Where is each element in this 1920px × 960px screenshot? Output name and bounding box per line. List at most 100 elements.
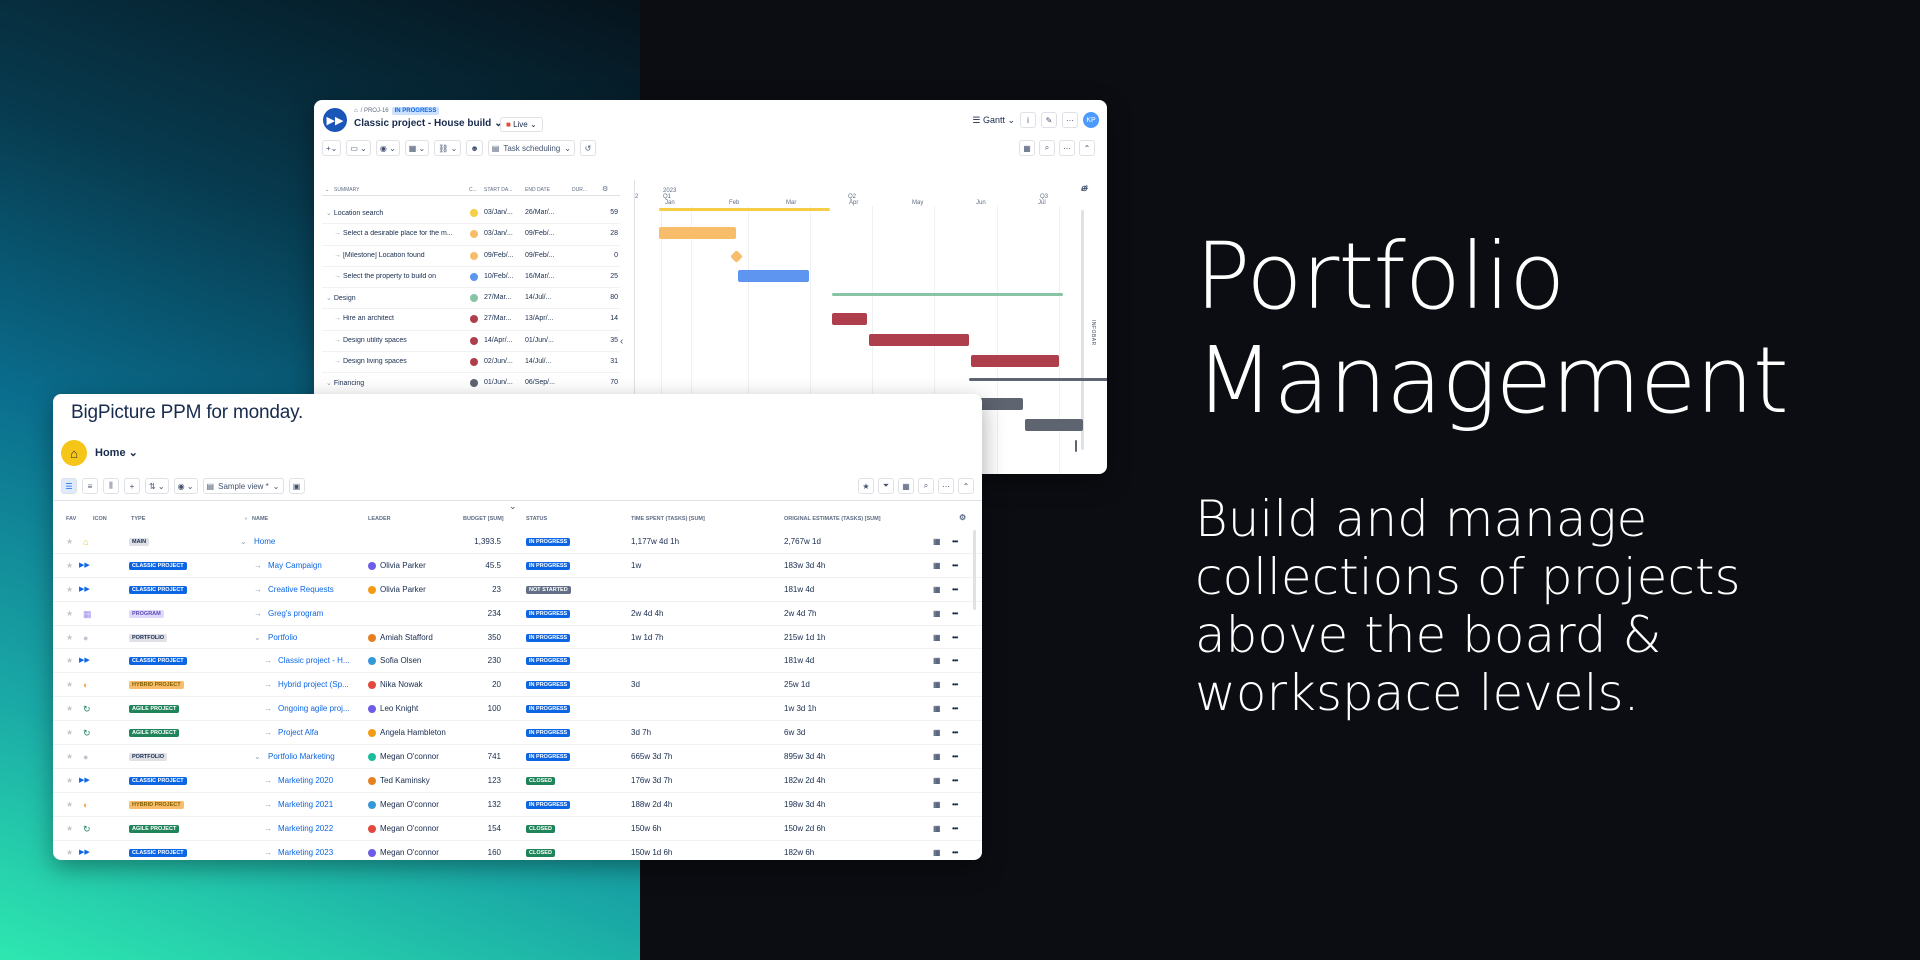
grid-icon[interactable]: ▦: [933, 609, 941, 618]
task-row[interactable]: ⌄ Financing 01/Jun/... 06/Sep/... 70: [322, 373, 620, 395]
grid-icon[interactable]: ▦: [933, 728, 941, 737]
sort-icon[interactable]: ⇅ ⌄: [145, 478, 169, 494]
status-badge[interactable]: IN PROGRESS: [526, 753, 571, 762]
board-view-icon[interactable]: ⫼: [103, 478, 119, 494]
status-badge[interactable]: IN PROGRESS: [526, 729, 571, 738]
table-row[interactable]: ★ ↻ AGILE PROJECT → Project Alfa Angela Hambl…: [53, 721, 982, 746]
save-icon[interactable]: ▣: [288, 478, 305, 494]
star-icon[interactable]: ★: [66, 537, 73, 546]
task-row[interactable]: → [Milestone] Location found 09/Feb/... 09…: [322, 246, 620, 267]
task-color-dot[interactable]: [470, 209, 478, 217]
more-icon[interactable]: ⋯: [938, 478, 954, 494]
budget-value[interactable]: 234: [488, 609, 501, 618]
task-color-dot[interactable]: [470, 251, 478, 260]
home-icon[interactable]: ⌂: [354, 108, 358, 114]
task-color-dot[interactable]: [470, 336, 478, 345]
budget-value[interactable]: 741: [488, 752, 501, 761]
estimate-value[interactable]: 2,767w 1d: [784, 537, 821, 546]
filter-icon[interactable]: ⏷: [878, 478, 894, 494]
estimate-value[interactable]: 181w 4d: [784, 585, 814, 594]
estimate-value[interactable]: 215w 1d 1h: [784, 633, 825, 642]
avatar[interactable]: [368, 800, 376, 809]
time-spent-value[interactable]: 3d: [631, 680, 640, 689]
estimate-value[interactable]: 182w 2d 4h: [784, 776, 825, 785]
more-icon[interactable]: ⋯: [1062, 112, 1078, 128]
home-dropdown[interactable]: Home ⌄: [95, 446, 138, 459]
more-icon[interactable]: •••: [952, 561, 958, 570]
project-name-link[interactable]: Project Alfa: [278, 728, 318, 737]
col-budget[interactable]: BUDGET [SUM]: [463, 516, 504, 522]
table-row[interactable]: ★ ● PORTFOLIO ⌄ Portfolio Marketing Megan O'c…: [53, 745, 982, 769]
col-color[interactable]: C...: [469, 187, 477, 193]
budget-value[interactable]: 23: [492, 585, 501, 594]
grid-icon[interactable]: ▦: [933, 848, 941, 857]
task-bar[interactable]: [659, 227, 737, 240]
time-spent-value[interactable]: 150w 6h: [631, 824, 661, 833]
avatar[interactable]: [368, 848, 376, 857]
status-badge[interactable]: CLOSED: [526, 848, 555, 857]
more-icon[interactable]: •••: [952, 704, 958, 713]
star-icon[interactable]: ★: [66, 680, 73, 689]
scrollbar[interactable]: [973, 530, 976, 610]
status-badge[interactable]: IN PROGRESS: [526, 705, 571, 714]
budget-value[interactable]: 45.5: [485, 561, 501, 570]
task-name[interactable]: ⌄ Design: [326, 294, 466, 302]
star-icon[interactable]: ★: [66, 609, 73, 618]
budget-value[interactable]: 154: [488, 824, 501, 833]
task-bar[interactable]: [738, 269, 809, 282]
project-name-link[interactable]: Portfolio Marketing: [268, 752, 335, 761]
undo-icon[interactable]: ↺: [579, 140, 596, 156]
arrow-right-icon[interactable]: →: [254, 561, 262, 570]
time-spent-value[interactable]: 2w 4d 4h: [631, 609, 663, 618]
folder-icon[interactable]: ▭ ⌄: [346, 140, 371, 156]
task-end[interactable]: 14/Jul/...: [525, 358, 551, 365]
wrench-icon[interactable]: ✎: [1041, 112, 1057, 128]
app-logo-icon[interactable]: ▶▶: [323, 108, 347, 132]
task-duration[interactable]: 0: [614, 252, 618, 259]
task-name[interactable]: → Select the property to build on: [334, 273, 464, 280]
time-spent-value[interactable]: 3d 7h: [631, 728, 651, 737]
more-icon[interactable]: •••: [952, 800, 958, 809]
chevron-down-icon[interactable]: ⌄: [240, 537, 247, 546]
leader-name[interactable]: Megan O'connor: [380, 800, 439, 809]
budget-value[interactable]: 123: [488, 776, 501, 785]
leader-name[interactable]: Megan O'connor: [380, 848, 439, 857]
leader-name[interactable]: Ted Kaminsky: [380, 776, 430, 785]
star-icon[interactable]: ★: [66, 656, 73, 665]
task-row[interactable]: ⌄ Design 27/Mar... 14/Jul/... 80: [322, 288, 620, 310]
estimate-value[interactable]: 150w 2d 6h: [784, 824, 825, 833]
arrow-right-icon[interactable]: →: [264, 728, 272, 737]
more-icon[interactable]: •••: [952, 633, 958, 642]
group-bar[interactable]: [659, 208, 830, 211]
task-name[interactable]: ⌄ Financing: [326, 379, 466, 387]
more-icon[interactable]: •••: [952, 728, 958, 737]
task-duration[interactable]: 28: [610, 230, 618, 237]
status-badge[interactable]: IN PROGRESS: [526, 609, 571, 618]
task-start[interactable]: 10/Feb/...: [484, 273, 514, 280]
col-estimate[interactable]: ORIGINAL ESTIMATE (TASKS) [SUM]: [784, 516, 881, 522]
project-title[interactable]: Classic project - House build ⌄: [354, 118, 503, 129]
status-badge[interactable]: CLOSED: [526, 776, 555, 785]
estimate-value[interactable]: 181w 4d: [784, 656, 814, 665]
status-badge[interactable]: IN PROGRESS: [391, 107, 440, 115]
task-start[interactable]: 01/Jun/...: [484, 379, 513, 386]
task-color-dot[interactable]: [470, 358, 478, 367]
star-icon[interactable]: ★: [66, 561, 73, 570]
task-bar[interactable]: [971, 355, 1059, 368]
task-bar[interactable]: [1075, 440, 1078, 453]
col-name[interactable]: NAME: [252, 516, 268, 522]
status-badge[interactable]: CLOSED: [526, 824, 555, 833]
table-row[interactable]: ★ ▶▶ CLASSIC PROJECT → Marketing 2023 Megan O…: [53, 841, 982, 860]
col-end[interactable]: END DATE: [525, 187, 550, 193]
leader-name[interactable]: Megan O'connor: [380, 752, 439, 761]
grid-icon[interactable]: ▦: [933, 752, 941, 761]
col-status[interactable]: STATUS: [526, 516, 547, 522]
task-start[interactable]: 03/Jan/...: [484, 209, 513, 216]
task-row[interactable]: ⌄ Location search 03/Jan/... 26/Mar/... 59: [322, 203, 620, 225]
more-icon[interactable]: ⋯: [1081, 184, 1089, 193]
task-start[interactable]: 14/Apr/...: [484, 337, 512, 344]
star-icon[interactable]: ★: [66, 633, 73, 642]
task-end[interactable]: 01/Jun/...: [525, 337, 554, 344]
leader-name[interactable]: Nika Nowak: [380, 680, 423, 689]
task-start[interactable]: 09/Feb/...: [484, 252, 514, 259]
